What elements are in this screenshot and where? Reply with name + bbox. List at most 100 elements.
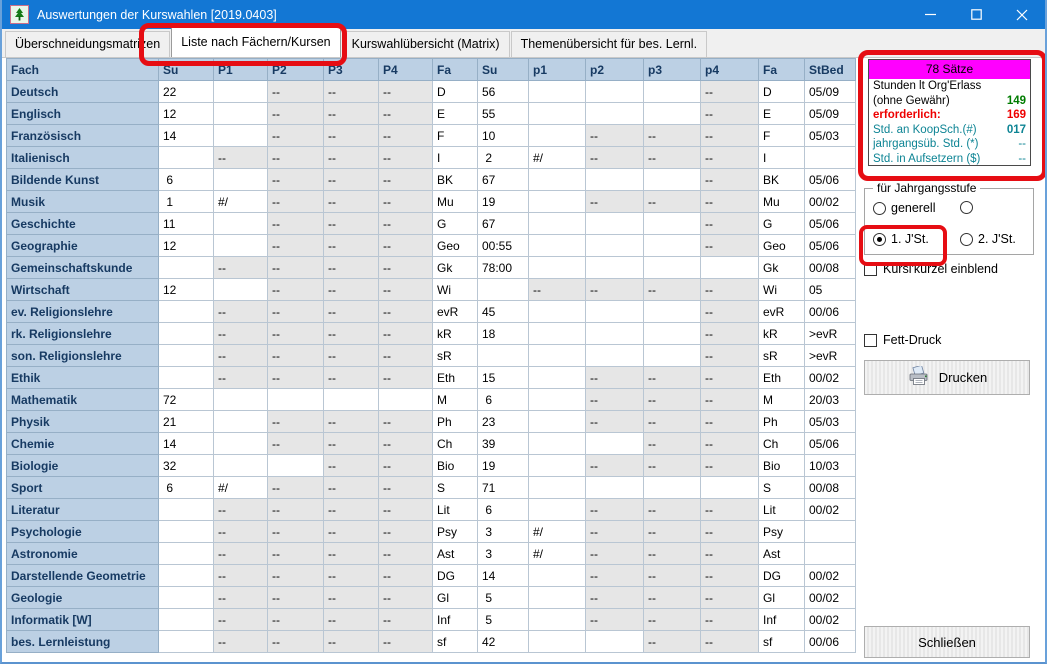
- table-cell: [529, 367, 586, 389]
- stat-label: (ohne Gewähr): [873, 94, 950, 109]
- table-cell: Geo: [759, 235, 805, 257]
- table-header-row: FachSuP1P2P3P4FaSup1p2p3p4FaStBed: [7, 59, 856, 81]
- table-row: ev. Religionslehre--------evR45--evR00/0…: [7, 301, 856, 323]
- table-cell: --: [214, 521, 268, 543]
- checkbox-box[interactable]: [864, 334, 877, 347]
- table-cell: [644, 103, 701, 125]
- table-cell: --: [701, 81, 759, 103]
- table-cell: 00/06: [805, 631, 856, 653]
- stat-line-erforderlich: erforderlich: 169: [869, 108, 1030, 123]
- fach-cell: bes. Lernleistung: [7, 631, 159, 653]
- table-cell: [529, 257, 586, 279]
- table-cell: [644, 213, 701, 235]
- table-cell: --: [379, 411, 433, 433]
- table-cell: Wi: [433, 279, 478, 301]
- table-cell: Bio: [759, 455, 805, 477]
- radio-circle[interactable]: [873, 202, 886, 215]
- table-cell: 14: [478, 565, 529, 587]
- table-cell: [701, 477, 759, 499]
- table-cell: [644, 301, 701, 323]
- table-cell: [586, 631, 644, 653]
- radio-1-jst[interactable]: 1. J'St.: [873, 232, 929, 246]
- table-cell: [268, 389, 324, 411]
- table-cell: 45: [478, 301, 529, 323]
- radio-circle[interactable]: [960, 201, 973, 214]
- table-cell: --: [324, 543, 379, 565]
- table-cell: --: [268, 587, 324, 609]
- table-cell: --: [644, 125, 701, 147]
- tab-ueberschneidungsmatrizen[interactable]: Überschneidungsmatrizen: [5, 31, 170, 57]
- radio-2-jst[interactable]: 2. J'St.: [960, 232, 1016, 246]
- tab-themenuebersicht-bes-lernl[interactable]: Themenübersicht für bes. Lernl.: [511, 31, 707, 57]
- table-cell: 39: [478, 433, 529, 455]
- table-cell: [529, 455, 586, 477]
- table-cell: [586, 257, 644, 279]
- drucken-button[interactable]: Drucken: [864, 360, 1030, 395]
- table-cell: 05/06: [805, 169, 856, 191]
- table-cell: [529, 323, 586, 345]
- table-cell: [586, 345, 644, 367]
- table-cell: 00:55: [478, 235, 529, 257]
- table-cell: [159, 147, 214, 169]
- window-title: Auswertungen der Kurswahlen [2019.0403]: [37, 8, 277, 22]
- table-cell: --: [701, 345, 759, 367]
- fach-cell: Gemeinschaftskunde: [7, 257, 159, 279]
- checkbox-label: Kursl'kürzel einblend: [883, 262, 998, 276]
- table-cell: --: [586, 587, 644, 609]
- table-cell: --: [379, 587, 433, 609]
- table-cell: [268, 455, 324, 477]
- jahrgangsstufe-legend: für Jahrgangsstufe: [873, 181, 980, 195]
- table-cell: G: [759, 213, 805, 235]
- table-cell: 78:00: [478, 257, 529, 279]
- table-cell: [214, 235, 268, 257]
- table-cell: --: [586, 543, 644, 565]
- table-cell: [214, 125, 268, 147]
- checkbox-kurslkuerzel[interactable]: Kursl'kürzel einblend: [864, 262, 998, 276]
- table-cell: sR: [759, 345, 805, 367]
- table-cell: [529, 477, 586, 499]
- table-cell: 00/02: [805, 499, 856, 521]
- table-cell: [529, 345, 586, 367]
- table-cell: Wi: [759, 279, 805, 301]
- table-cell: 56: [478, 81, 529, 103]
- maximize-button[interactable]: [953, 0, 999, 29]
- table-cell: --: [586, 367, 644, 389]
- table-cell: 00/02: [805, 191, 856, 213]
- stat-label: erforderlich:: [873, 108, 941, 123]
- close-button[interactable]: [999, 0, 1045, 29]
- radio-generell[interactable]: generell: [873, 201, 935, 215]
- column-header-fa: Fa: [433, 59, 478, 81]
- table-cell: 12: [159, 235, 214, 257]
- stat-value: 017: [1007, 123, 1026, 138]
- column-header-stbed: StBed: [805, 59, 856, 81]
- checkbox-box[interactable]: [864, 263, 877, 276]
- table-cell: --: [586, 455, 644, 477]
- checkbox-fett-druck[interactable]: Fett-Druck: [864, 333, 941, 347]
- table-cell: [159, 543, 214, 565]
- tab-kurswahluebersicht-matrix[interactable]: Kurswahlübersicht (Matrix): [342, 31, 510, 57]
- table-row: Bildende Kunst 6------BK67--BK05/06: [7, 169, 856, 191]
- table-cell: [586, 433, 644, 455]
- tab-liste-nach-faechern-kursen[interactable]: Liste nach Fächern/Kursen: [171, 27, 340, 57]
- table-cell: --: [379, 147, 433, 169]
- radio-unlabeled[interactable]: [960, 201, 978, 214]
- stat-value: --: [1018, 152, 1026, 167]
- table-cell: 6: [478, 389, 529, 411]
- table-cell: Inf: [759, 609, 805, 631]
- schliessen-button[interactable]: Schließen: [864, 626, 1030, 658]
- radio-circle[interactable]: [960, 233, 973, 246]
- table-cell: --: [324, 191, 379, 213]
- table-cell: [586, 213, 644, 235]
- table-row: Geologie--------Gl 5------Gl00/02: [7, 587, 856, 609]
- table-cell: [214, 103, 268, 125]
- fach-cell: Informatik [W]: [7, 609, 159, 631]
- fach-cell: Physik: [7, 411, 159, 433]
- table-cell: sR: [433, 345, 478, 367]
- table-cell: --: [324, 279, 379, 301]
- table-cell: D: [759, 81, 805, 103]
- column-header-fach: Fach: [7, 59, 159, 81]
- fach-cell: Italienisch: [7, 147, 159, 169]
- minimize-button[interactable]: [907, 0, 953, 29]
- radio-circle[interactable]: [873, 233, 886, 246]
- table-cell: [159, 631, 214, 653]
